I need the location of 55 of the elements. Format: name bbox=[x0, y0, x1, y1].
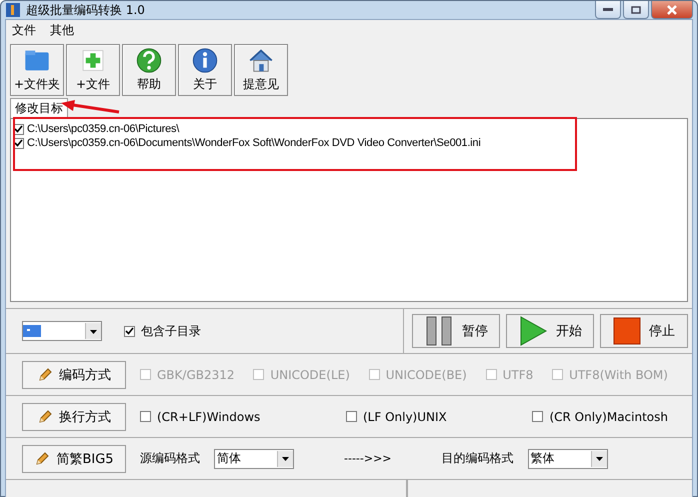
action-button[interactable]: 停止 bbox=[600, 314, 688, 348]
toolbar-button[interactable]: 关于 bbox=[178, 44, 232, 96]
checkbox[interactable] bbox=[124, 326, 135, 336]
info-icon bbox=[190, 47, 220, 74]
checkbox[interactable] bbox=[140, 411, 151, 422]
checkbox-label: UNICODE(LE) bbox=[270, 368, 350, 382]
checkbox-label: (CR Only)Macintosh bbox=[549, 410, 668, 424]
checkbox-label: UTF8(With BOM) bbox=[569, 368, 668, 382]
maximize-icon bbox=[631, 6, 641, 14]
play-icon bbox=[518, 316, 548, 346]
checkbox-label: 包含子目录 bbox=[141, 322, 201, 340]
arrow-text: ----->>> bbox=[344, 452, 392, 465]
checkbox[interactable] bbox=[346, 411, 357, 422]
source-dropdown[interactable]: 简体 bbox=[214, 448, 294, 468]
pencil-icon bbox=[34, 450, 50, 466]
option-button[interactable]: 换行方式 bbox=[22, 402, 126, 430]
option-button[interactable]: 简繁BIG5 bbox=[22, 444, 126, 472]
action-button[interactable]: 开始 bbox=[506, 314, 594, 348]
tab[interactable]: 修改目标 bbox=[10, 98, 68, 118]
checkbox-label: (LF Only)UNIX bbox=[362, 410, 447, 424]
toolbar-button[interactable]: +文件 bbox=[66, 44, 120, 96]
menu-item[interactable]: 文件 bbox=[12, 22, 36, 40]
checkbox-label: GBK/GB2312 bbox=[157, 368, 235, 382]
toolbar-button[interactable]: 帮助 bbox=[122, 44, 176, 96]
pencil-icon bbox=[37, 408, 53, 424]
stop-icon bbox=[613, 317, 641, 345]
drive-dropdown[interactable] bbox=[22, 321, 102, 341]
checkbox-label: UNICODE(BE) bbox=[386, 368, 467, 382]
minimize-icon bbox=[603, 8, 613, 12]
file-path: C:\Users\pc0359.cn-06\Documents\WonderFox Soft\WonderFox DVD Video Converter\Se001.ini bbox=[27, 137, 481, 149]
toolbar-button[interactable]: +文件夹 bbox=[10, 44, 64, 96]
target-dropdown[interactable]: 繁体 bbox=[528, 448, 608, 468]
checkbox[interactable] bbox=[532, 411, 544, 422]
app-icon bbox=[5, 2, 21, 18]
field-label: 目的编码格式 bbox=[442, 450, 514, 467]
checkbox-label: (CR+LF)Windows bbox=[157, 410, 260, 424]
file-path: C:\Users\pc0359.cn-06\Pictures\ bbox=[27, 123, 180, 135]
maximize-button[interactable] bbox=[623, 1, 649, 19]
toolbar-button[interactable]: 提意见 bbox=[234, 44, 288, 96]
pointer-arrow bbox=[61, 99, 121, 115]
caret-icon bbox=[280, 454, 291, 463]
pencil-icon bbox=[37, 366, 53, 382]
menu-item[interactable]: 其他 bbox=[50, 22, 74, 40]
option-button[interactable]: 编码方式 bbox=[22, 360, 126, 388]
action-button[interactable]: 暂停 bbox=[412, 314, 500, 348]
close-icon bbox=[666, 4, 678, 14]
window-title: 超级批量编码转换 1.0 bbox=[26, 2, 145, 18]
close-button[interactable] bbox=[651, 1, 693, 19]
field-label: 源编码格式 bbox=[140, 450, 200, 467]
minimize-button[interactable] bbox=[595, 1, 621, 19]
pause-icon bbox=[424, 316, 454, 346]
caret-icon bbox=[594, 454, 604, 463]
help-icon bbox=[134, 47, 164, 74]
checkbox-label: UTF8 bbox=[502, 368, 534, 382]
drive-icon bbox=[23, 325, 41, 337]
